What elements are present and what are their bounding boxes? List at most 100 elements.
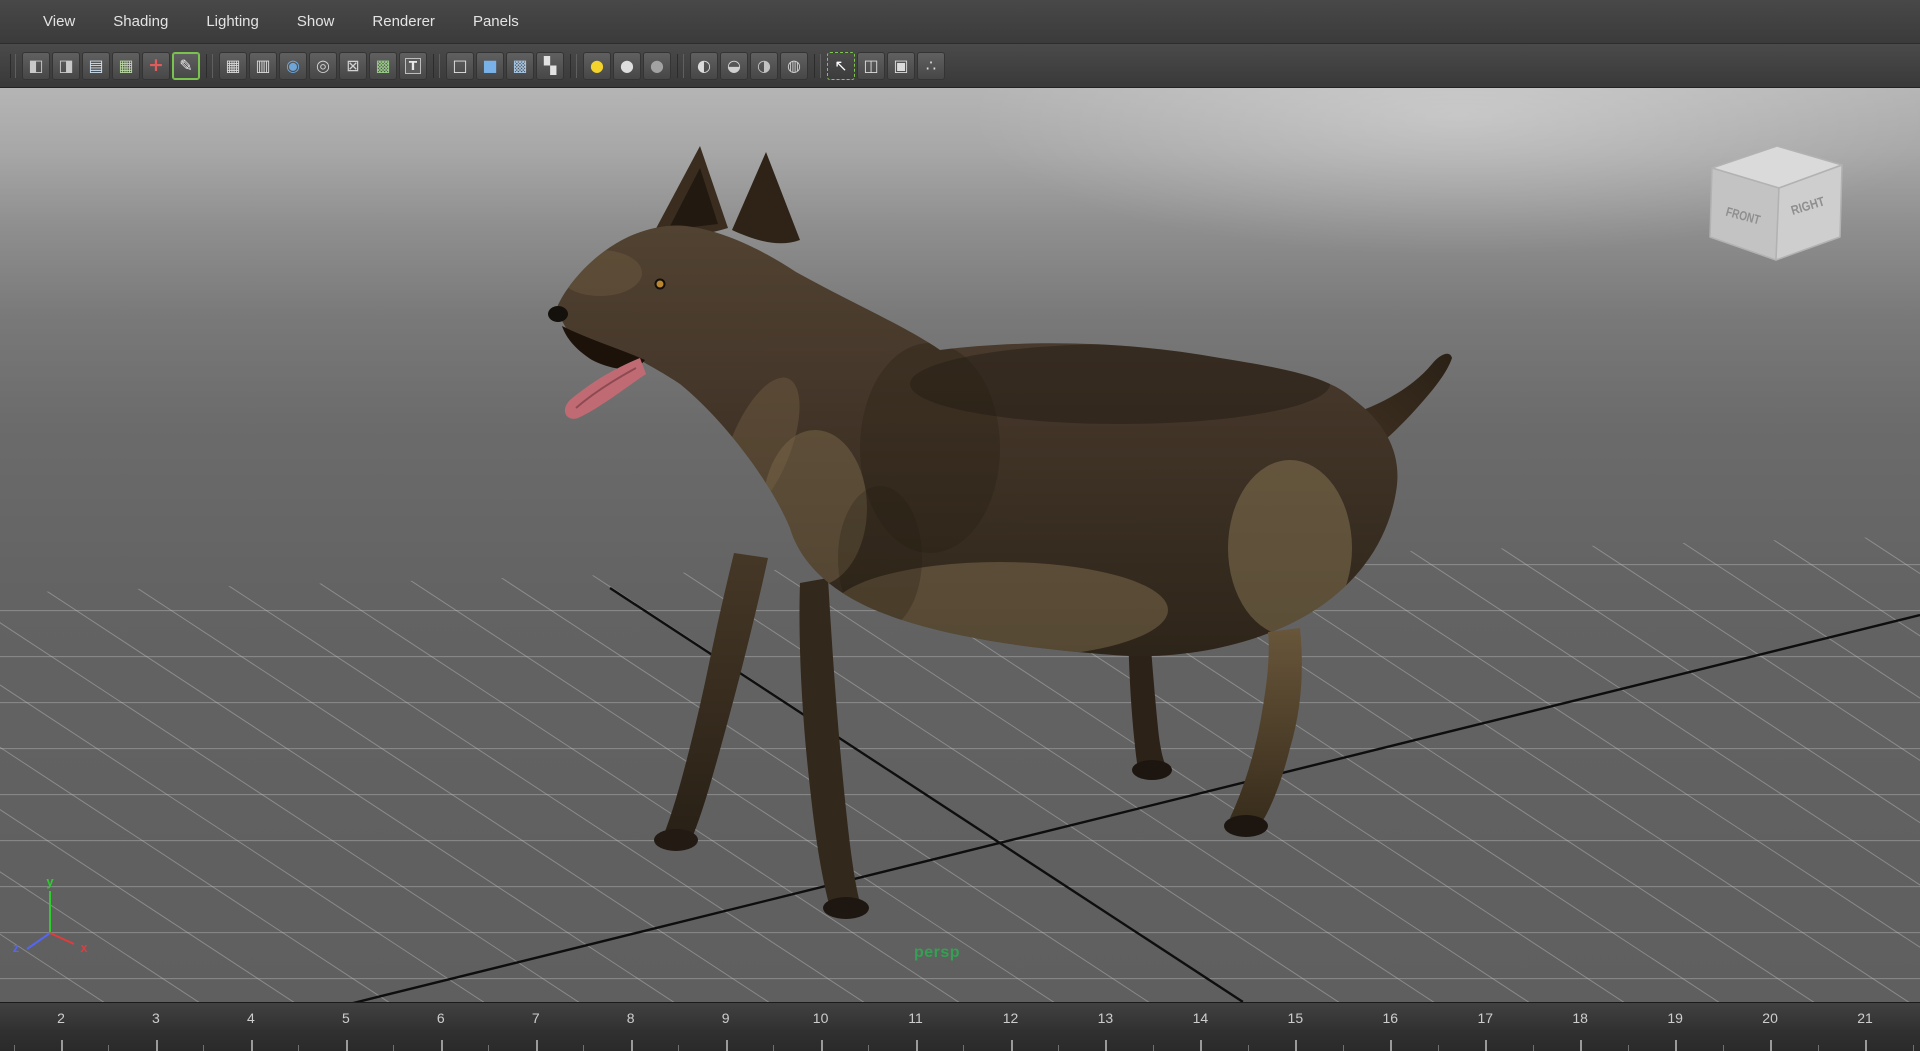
multisample-aa-icon[interactable]: ◍ [780,51,808,80]
frame-number[interactable]: 21 [1857,1010,1873,1026]
menu-item-panels[interactable]: Panels [454,6,538,37]
menu-item-shading[interactable]: Shading [94,6,187,37]
timeline-tick [13,1045,15,1051]
timeline-tick [1342,1045,1344,1051]
camera-attributes-icon[interactable]: ◨ [52,51,80,80]
frame-number[interactable]: 2 [57,1010,65,1026]
dog-front-far-leg [799,578,860,908]
frame-number[interactable]: 7 [532,1010,540,1026]
frame-number[interactable]: 14 [1193,1010,1209,1026]
frame-number[interactable]: 17 [1477,1010,1493,1026]
menu-item-show[interactable]: Show [278,6,354,37]
z-axis-label: z [13,940,20,955]
time-slider[interactable]: 2 3 4 5 6 7 8 9 10 11 12 13 14 15 16 17 18 19 20 21 [0,1002,1920,1051]
frame-number[interactable]: 19 [1667,1010,1683,1026]
frame-number[interactable]: 5 [342,1010,350,1026]
grease-pencil-icon[interactable]: ✎ [172,51,200,80]
xray-icon[interactable]: ◫ [857,51,885,80]
frame-number[interactable]: 20 [1762,1010,1778,1026]
ambient-lighting-icon[interactable]: ● [643,51,671,80]
frame-number[interactable]: 9 [722,1010,730,1026]
field-chart-icon-glyph: ⊠ [346,55,360,75]
toolbar-separator [814,53,821,78]
timeline-tick [1057,1045,1059,1051]
dog-ear-back [732,152,800,244]
lights-icon[interactable]: ● [583,51,611,80]
safe-action-icon[interactable]: ▩ [369,51,397,80]
motion-blur-icon-glyph: ◑ [757,55,771,75]
frame-number[interactable]: 15 [1288,1010,1304,1026]
shadows-icon[interactable]: ◐ [690,51,718,80]
two-d-pan-zoom-icon[interactable]: + [142,51,170,80]
maya-viewport-panel: View Shading Lighting Show Renderer Panels ◧ ◨… [0,0,1920,1051]
timeline-tick [1200,1040,1203,1051]
timeline-tick [773,1045,775,1051]
textured-icon[interactable]: ▩ [506,51,534,80]
safe-title-icon[interactable]: T [399,51,427,80]
frame-number[interactable]: 10 [813,1010,829,1026]
toolbar-grip[interactable] [10,53,16,78]
wireframe-icon[interactable]: □ [446,51,474,80]
frame-number[interactable]: 6 [437,1010,445,1026]
dog-hind-near-paw [1224,815,1268,837]
bookmarks-icon[interactable]: ▤ [82,51,110,80]
menu-item-view[interactable]: View [24,6,94,37]
use-default-material-icon[interactable]: ▚ [536,51,564,80]
timeline-tick [1295,1040,1298,1051]
default-lighting-icon-glyph: ● [620,55,634,75]
lights-icon-glyph: ● [590,55,604,75]
frame-number[interactable]: 18 [1572,1010,1588,1026]
frame-number[interactable]: 8 [627,1010,635,1026]
view-cube[interactable]: FRONT RIGHT [1709,145,1843,261]
grease-pencil-icon-glyph: ✎ [179,55,193,75]
film-gate-icon[interactable]: ▥ [249,51,277,80]
isolate-select-icon[interactable]: ↖ [827,51,855,80]
frame-number[interactable]: 13 [1098,1010,1114,1026]
use-default-material-icon-glyph: ▚ [543,55,557,75]
dog-eye [654,278,666,290]
select-camera-icon[interactable]: ◧ [22,51,50,80]
grid-icon[interactable]: ▦ [219,51,247,80]
screen-space-ao-icon[interactable]: ◒ [720,51,748,80]
timeline-tick [725,1040,728,1051]
dog-model[interactable] [548,146,1452,919]
y-axis-label: y [46,874,54,889]
resolution-gate-icon[interactable]: ◉ [279,51,307,80]
isolate-select-icon-glyph: ↖ [834,55,848,75]
menu-item-lighting[interactable]: Lighting [187,6,278,37]
menu-item-renderer[interactable]: Renderer [353,6,454,37]
timeline-tick [155,1040,158,1051]
default-lighting-icon[interactable]: ● [613,51,641,80]
xray-icon-glyph: ◫ [863,55,879,75]
frame-number[interactable]: 4 [247,1010,255,1026]
frame-number[interactable]: 16 [1383,1010,1399,1026]
timeline-tick [963,1045,965,1051]
safe-title-icon-glyph: T [404,57,422,74]
dog-front-far-paw [823,897,869,919]
frame-number[interactable]: 12 [1003,1010,1019,1026]
timeline-tick [1532,1045,1534,1051]
timeline-tick [1580,1040,1583,1051]
safe-action-icon-glyph: ▩ [375,55,391,75]
gate-mask-icon[interactable]: ◎ [309,51,337,80]
timeline-tick [1912,1045,1914,1051]
dog-front-near-leg [664,553,768,838]
timeline-tick [203,1045,205,1051]
timeline-tick [1865,1040,1868,1051]
camera-label: persp [913,944,961,961]
motion-blur-icon[interactable]: ◑ [750,51,778,80]
smooth-shade-all-icon[interactable]: ■ [476,51,504,80]
frame-number[interactable]: 11 [908,1010,923,1026]
x-axis-label: x [80,940,88,955]
image-plane-icon[interactable]: ▦ [112,51,140,80]
grid-icon-glyph: ▦ [225,55,241,75]
xray-active-icon[interactable]: ▣ [887,51,915,80]
timeline-tick [298,1045,300,1051]
frame-number[interactable]: 3 [152,1010,160,1026]
viewport-canvas[interactable]: FRONT RIGHT y x z persp [0,88,1920,1002]
share-icon[interactable]: ∴ [917,51,945,80]
timeline-tick [915,1040,918,1051]
field-chart-icon[interactable]: ⊠ [339,51,367,80]
timeline-tick [393,1045,395,1051]
camera-attributes-icon-glyph: ◨ [58,55,74,75]
